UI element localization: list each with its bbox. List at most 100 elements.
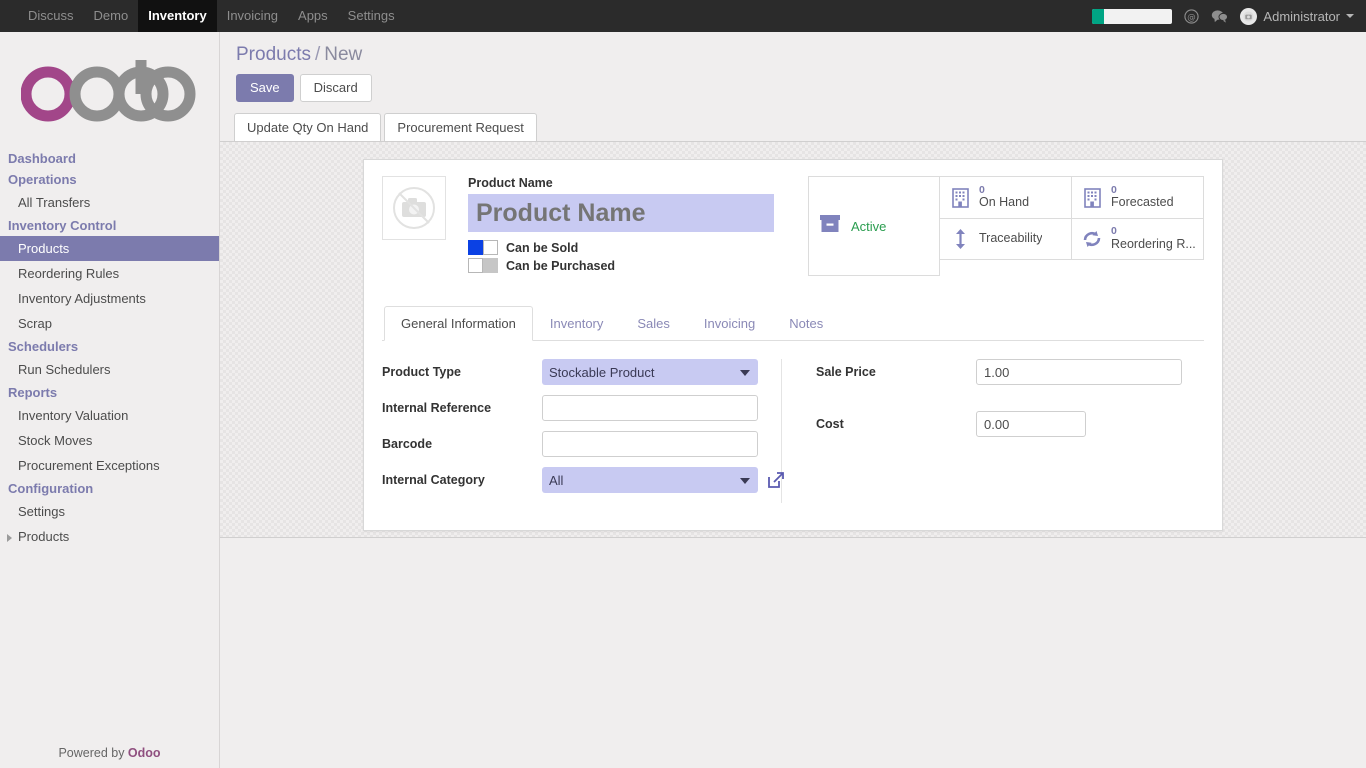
navbar-right-tools: @ Administrator [1092,0,1366,32]
form-notebook-tabs: General Information Inventory Sales Invo… [382,306,1204,341]
sidebar-item-run-schedulers[interactable]: Run Schedulers [0,357,219,382]
product-form-sheet: Product Name Can be Sold Can be Purchase… [363,159,1223,531]
sidebar-section-schedulers[interactable]: Schedulers [0,336,219,357]
active-toggle-button[interactable]: Active [808,176,940,276]
sidebar-item-settings[interactable]: Settings [0,499,219,524]
cost-row: Cost [816,411,1182,437]
odoo-logo[interactable] [0,32,219,148]
can-be-purchased-label: Can be Purchased [506,259,615,273]
sidebar-item-procurement-exceptions[interactable]: Procurement Exceptions [0,453,219,478]
svg-text:@: @ [1188,11,1196,21]
can-be-purchased-toggle[interactable] [468,258,498,273]
update-qty-on-hand-button[interactable]: Update Qty On Hand [234,113,381,141]
sale-price-row: Sale Price [816,359,1182,385]
forecasted-count: 0 [1111,185,1174,197]
active-label: Active [851,219,886,234]
sidebar-item-label: Products [18,529,69,544]
onboarding-progress-bar[interactable] [1092,9,1172,24]
user-menu[interactable]: Administrator [1240,8,1354,25]
nav-item-discuss[interactable]: Discuss [18,0,84,32]
on-hand-text: 0 On Hand [979,185,1029,210]
tab-inventory[interactable]: Inventory [533,306,620,341]
sidebar-item-stock-moves[interactable]: Stock Moves [0,428,219,453]
reordering-rules-label: Reordering R... [1111,238,1196,252]
internal-category-label: Internal Category [382,473,542,487]
traceability-label: Traceability [979,232,1042,246]
odoo-brand-link[interactable]: Odoo [128,746,161,760]
can-be-sold-row: Can be Sold [468,240,798,255]
chevron-down-icon [1346,14,1354,18]
cost-input[interactable] [976,411,1086,437]
stat-buttons: Active 0 On Hand [808,176,1204,276]
archive-box-icon [819,214,841,239]
reordering-rules-button[interactable]: 0 Reordering R... [1072,218,1204,260]
forecasted-button[interactable]: 0 Forecasted [1072,176,1204,218]
on-hand-label: On Hand [979,196,1029,210]
nav-item-apps[interactable]: Apps [288,0,338,32]
chat-bubble-icon[interactable] [1211,9,1228,23]
traceability-button[interactable]: Traceability [940,218,1072,260]
no-camera-icon [388,182,440,234]
tab-invoicing[interactable]: Invoicing [687,306,772,341]
form-column-left: Product Type Stockable Product Internal … [382,359,782,503]
stat-button-grid: 0 On Hand 0 Forecasted [940,176,1204,276]
sidebar-item-reordering-rules[interactable]: Reordering Rules [0,261,219,286]
product-name-block: Product Name Can be Sold Can be Purchase… [468,176,798,276]
nav-item-settings[interactable]: Settings [338,0,405,32]
sheet-header: Product Name Can be Sold Can be Purchase… [382,176,1204,276]
internal-reference-input[interactable] [542,395,758,421]
internal-category-row: Internal Category All [382,467,765,493]
stat-row-bottom: Traceability 0 Reordering R... [940,218,1204,260]
product-name-input[interactable] [468,194,774,232]
powered-by-footer: Powered by Odoo [0,746,219,760]
sidebar-section-operations[interactable]: Operations [0,169,219,190]
sidebar-item-inventory-valuation[interactable]: Inventory Valuation [0,403,219,428]
save-button[interactable]: Save [236,74,294,102]
form-column-right: Sale Price Cost [782,359,1182,503]
tab-sales[interactable]: Sales [620,306,687,341]
barcode-input[interactable] [542,431,758,457]
navbar-menu: Discuss Demo Inventory Invoicing Apps Se… [0,0,405,32]
on-hand-button[interactable]: 0 On Hand [940,176,1072,218]
progress-fill [1092,9,1104,24]
breadcrumb: Products/New [236,44,1366,66]
tab-notes[interactable]: Notes [772,306,840,341]
sidebar-section-configuration[interactable]: Configuration [0,478,219,499]
sale-price-label: Sale Price [816,365,976,379]
control-panel-header: Products/New [220,32,1366,66]
product-flags: Can be Sold Can be Purchased [468,240,798,273]
breadcrumb-separator: / [315,44,320,65]
traceability-text: Traceability [979,232,1042,246]
sidebar-item-all-transfers[interactable]: All Transfers [0,190,219,215]
sidebar-menu: Dashboard Operations All Transfers Inven… [0,148,219,549]
product-type-select[interactable]: Stockable Product [542,359,758,385]
procurement-request-button[interactable]: Procurement Request [384,113,536,141]
product-type-row: Product Type Stockable Product [382,359,765,385]
nav-item-invoicing[interactable]: Invoicing [217,0,288,32]
barcode-row: Barcode [382,431,765,457]
internal-reference-row: Internal Reference [382,395,765,421]
product-image-placeholder[interactable] [382,176,446,240]
tab-general-information[interactable]: General Information [384,306,533,341]
can-be-sold-toggle[interactable] [468,240,498,255]
internal-category-select[interactable]: All [542,467,758,493]
sidebar-section-dashboard[interactable]: Dashboard [0,148,219,169]
sale-price-input[interactable] [976,359,1182,385]
sidebar-section-reports[interactable]: Reports [0,382,219,403]
content-area: Products/New Save Discard Update Qty On … [220,32,1366,768]
sidebar-item-scrap[interactable]: Scrap [0,311,219,336]
sidebar-item-products[interactable]: Products [0,236,219,261]
breadcrumb-products[interactable]: Products [236,44,311,65]
discard-button[interactable]: Discard [300,74,372,102]
product-type-label: Product Type [382,365,542,379]
nav-item-inventory[interactable]: Inventory [138,0,217,32]
at-sign-icon[interactable]: @ [1184,9,1199,24]
general-information-panel: Product Type Stockable Product Internal … [382,341,1204,503]
building-icon [1080,188,1104,208]
triangle-right-icon[interactable] [7,534,12,542]
nav-item-demo[interactable]: Demo [84,0,139,32]
record-action-buttons: Save Discard [220,66,1366,112]
sidebar-item-inventory-adjustments[interactable]: Inventory Adjustments [0,286,219,311]
sidebar-item-configuration-products[interactable]: Products [0,524,219,549]
sidebar-section-inventory-control[interactable]: Inventory Control [0,215,219,236]
